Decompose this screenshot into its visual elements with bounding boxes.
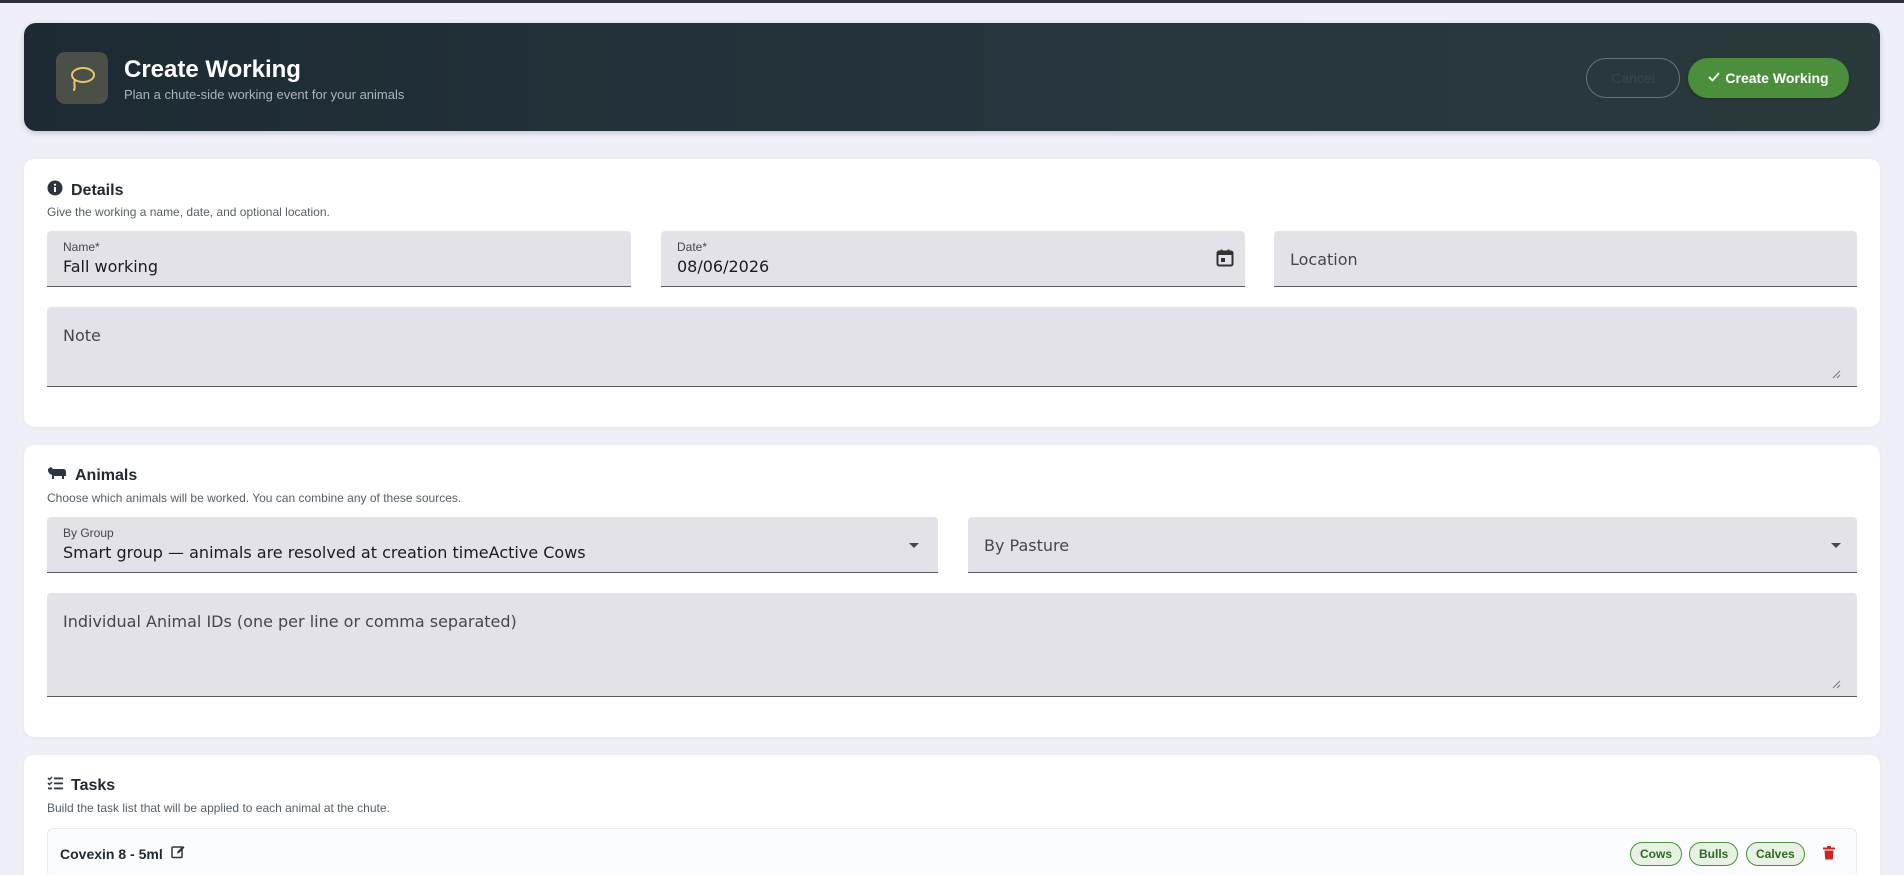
task-name: Covexin 8 - 5ml — [60, 845, 185, 862]
details-heading: Details — [47, 180, 123, 201]
tag-cows: Cows — [1630, 842, 1683, 866]
animals-title: Animals — [75, 466, 138, 484]
group-value: Smart group — animals are resolved at cr… — [63, 543, 586, 562]
checklist-icon — [47, 776, 63, 795]
resize-handle-icon[interactable] — [1832, 370, 1841, 379]
location-field[interactable]: Location — [1274, 231, 1857, 287]
note-field[interactable]: Note — [47, 307, 1857, 387]
info-icon — [47, 180, 63, 201]
check-icon — [1708, 70, 1720, 86]
tag-bulls: Bulls — [1689, 842, 1739, 866]
animal-ids-field[interactable]: Individual Animal IDs (one per line or c… — [47, 593, 1857, 697]
tasks-heading: Tasks — [47, 776, 115, 795]
date-field[interactable]: Date* 08/06/2026 — [661, 231, 1245, 287]
name-field[interactable]: Name* Fall working — [47, 231, 631, 287]
create-working-label: Create Working — [1725, 70, 1829, 86]
tasks-title: Tasks — [71, 776, 116, 794]
details-title: Details — [71, 181, 124, 199]
tag-calves: Calves — [1746, 842, 1805, 866]
group-label: By Group — [63, 526, 114, 540]
name-label: Name* — [63, 240, 100, 254]
edit-icon[interactable] — [170, 845, 185, 862]
task-row: Covexin 8 - 5ml Cows Bulls Calves — [47, 828, 1857, 875]
cow-icon — [47, 466, 67, 485]
page-subtitle: Plan a chute-side working event for your… — [124, 87, 405, 102]
pasture-select[interactable]: By Pasture — [968, 517, 1857, 573]
animals-heading: Animals — [47, 466, 137, 485]
animals-description: Choose which animals will be worked. You… — [47, 491, 462, 505]
task-name-text: Covexin 8 - 5ml — [60, 845, 163, 862]
chevron-down-icon — [1831, 543, 1841, 548]
date-value: 08/06/2026 — [677, 257, 770, 276]
tasks-card: Tasks Build the task list that will be a… — [24, 755, 1880, 875]
animal-ids-placeholder: Individual Animal IDs (one per line or c… — [63, 612, 517, 631]
tasks-description: Build the task list that will be applied… — [47, 801, 390, 815]
name-value: Fall working — [63, 257, 158, 276]
details-card: Details Give the working a name, date, a… — [24, 159, 1880, 427]
cancel-button[interactable]: Cancel — [1586, 58, 1680, 98]
lasso-icon — [56, 52, 108, 104]
page-header: Create Working Plan a chute-side working… — [24, 23, 1880, 131]
group-select[interactable]: By Group Smart group — animals are resol… — [47, 517, 938, 573]
details-description: Give the working a name, date, and optio… — [47, 205, 330, 219]
location-placeholder: Location — [1290, 250, 1358, 269]
animals-card: Animals Choose which animals will be wor… — [24, 445, 1880, 737]
calendar-icon[interactable] — [1215, 248, 1235, 273]
trash-icon[interactable] — [1823, 846, 1835, 865]
resize-handle-icon[interactable] — [1832, 680, 1841, 689]
page-title: Create Working — [124, 56, 301, 83]
pasture-placeholder: By Pasture — [984, 536, 1070, 555]
date-label: Date* — [677, 240, 708, 254]
create-working-button[interactable]: Create Working — [1688, 58, 1849, 98]
chevron-down-icon — [909, 543, 919, 548]
note-placeholder: Note — [63, 326, 101, 345]
